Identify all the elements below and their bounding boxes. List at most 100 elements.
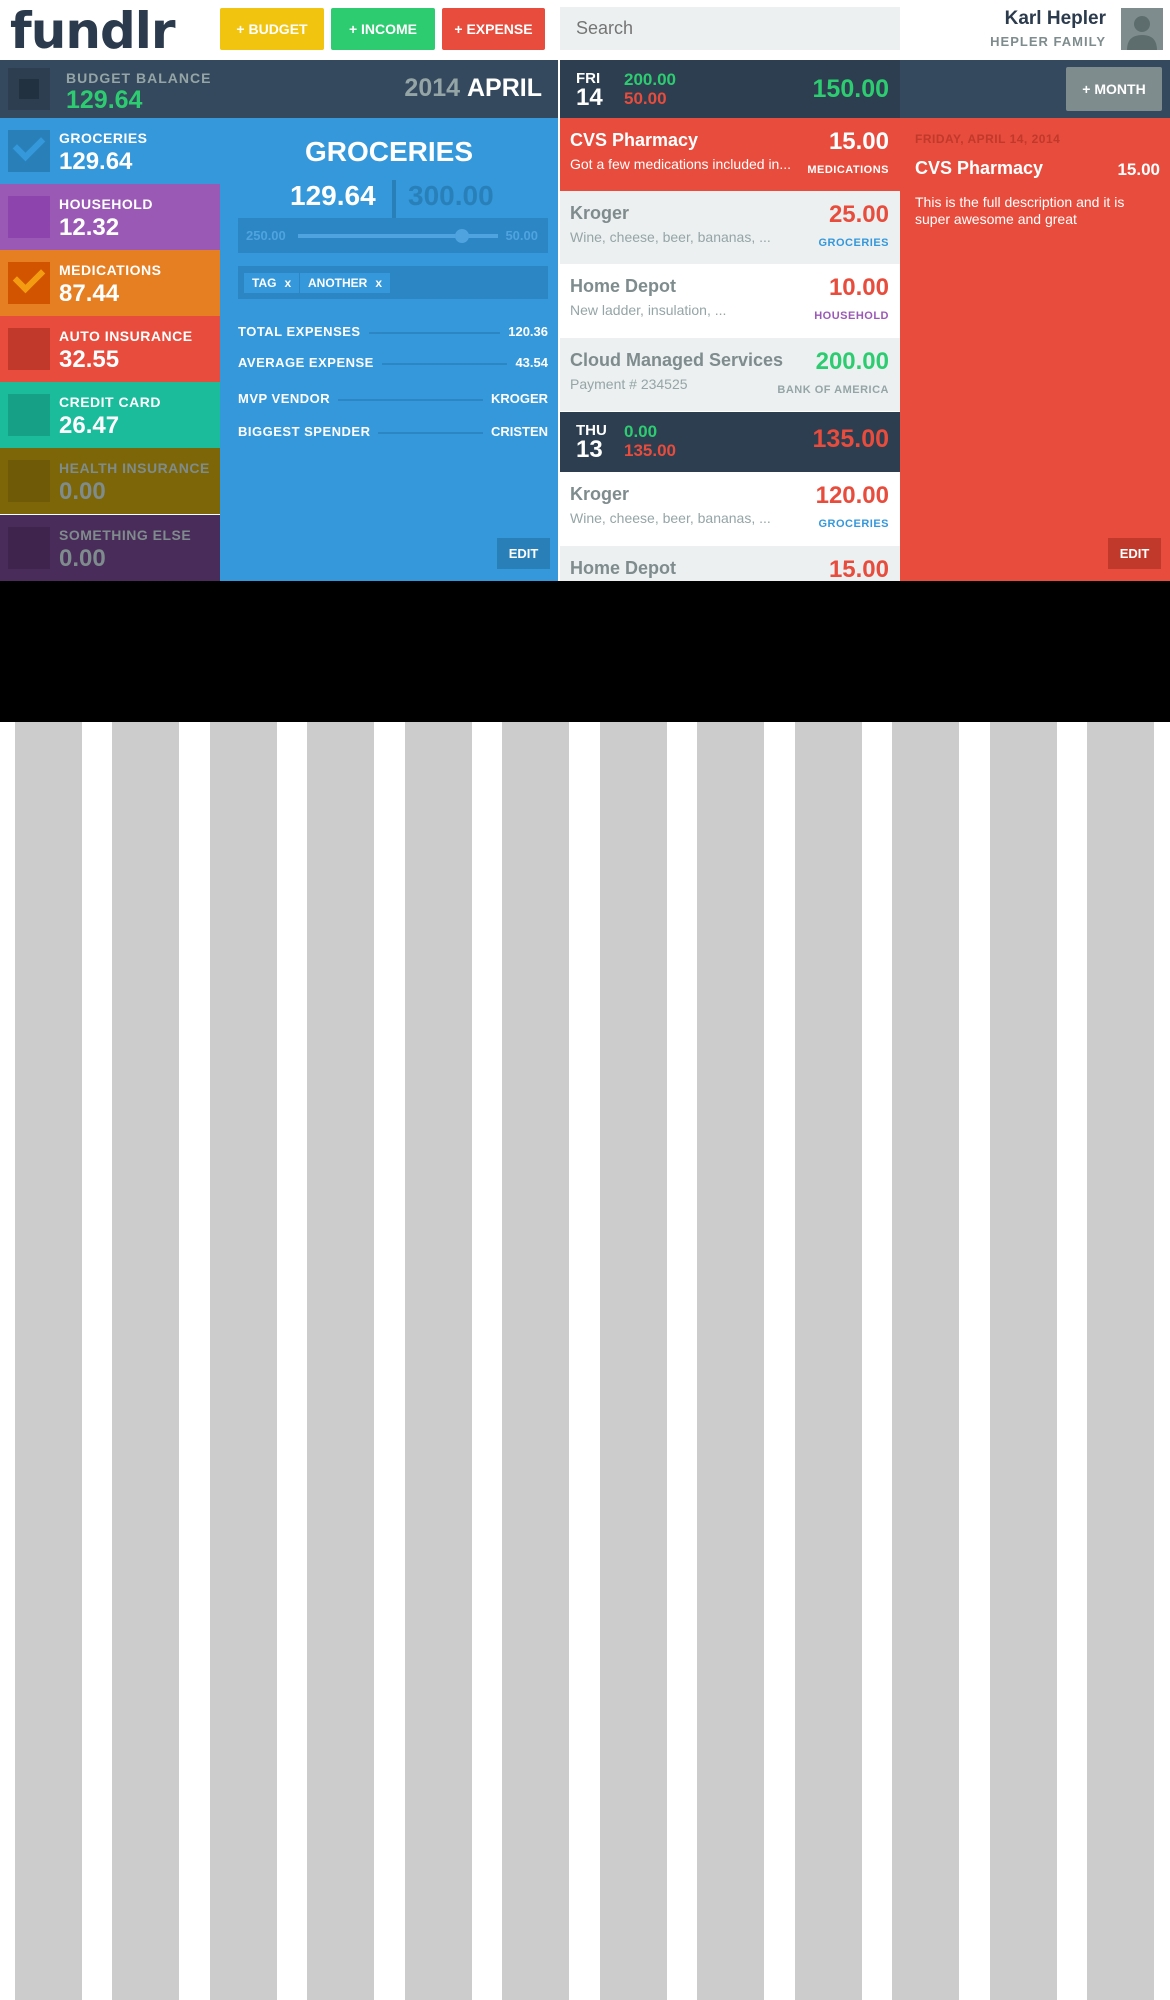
category-value: 12.32 [59, 214, 120, 241]
grid-column [210, 722, 277, 2000]
detail-edit-button[interactable]: EDIT [497, 538, 550, 569]
transaction-amount: 120.00 [815, 482, 889, 509]
transaction-vendor: Kroger [570, 484, 630, 504]
category-value: 87.44 [59, 280, 120, 307]
transaction-detail-panel: FRIDAY, APRIL 14, 2014 CVS Pharmacy 15.0… [900, 118, 1170, 581]
transaction-description: Payment # 234525 [570, 376, 688, 392]
category-name: SOMETHING ELSE [59, 527, 192, 543]
grid-column [405, 722, 472, 2000]
transaction-amount: 25.00 [828, 201, 889, 228]
detail-budget[interactable]: 300.00 [408, 180, 494, 212]
transaction-row[interactable]: CVS Pharmacy Got a few medications includ… [560, 118, 900, 191]
check-icon [12, 128, 46, 162]
balance-value: 129.64 [66, 86, 143, 114]
category-item[interactable]: CREDIT CARD 26.47 [0, 382, 220, 448]
day-header-fri: FRI 14 200.00 50.00 150.00 [560, 60, 900, 118]
transaction-vendor: Home Depot [570, 276, 677, 296]
transaction-amount: 15.00 [828, 556, 889, 581]
category-name: MEDICATIONS [59, 262, 162, 278]
detail-vendor: CVS Pharmacy [915, 158, 1044, 178]
stat-biggest-spender: BIGGEST SPENDER CRISTEN [238, 422, 548, 442]
category-checkbox[interactable] [8, 128, 50, 172]
transaction-category: GROCERIES [818, 237, 889, 249]
transaction-row[interactable]: Home Depot New ladder, insulation, ... 10.… [560, 264, 900, 337]
day-income: 200.00 [624, 70, 676, 89]
add-month-button[interactable]: + MONTH [1066, 67, 1162, 111]
grid-column [990, 722, 1057, 2000]
category-checkbox[interactable] [8, 196, 50, 238]
add-budget-button[interactable]: + BUDGET [220, 8, 324, 50]
detail-title: GROCERIES [304, 136, 474, 167]
grid-column [697, 722, 764, 2000]
transaction-vendor: CVS Pharmacy [570, 130, 699, 150]
category-item[interactable]: GROCERIES 129.64 [0, 118, 220, 184]
grid-column [600, 722, 667, 2000]
stat-total-expenses: TOTAL EXPENSES 120.36 [238, 322, 548, 342]
stat-value: KROGER [482, 391, 548, 406]
category-item[interactable]: AUTO INSURANCE 32.55 [0, 316, 220, 382]
category-value: 0.00 [59, 478, 106, 505]
transaction-edit-button[interactable]: EDIT [1108, 538, 1161, 569]
category-item[interactable]: SOMETHING ELSE 0.00 [0, 515, 220, 581]
transaction-vendor: Cloud Managed Services [570, 350, 784, 370]
category-detail-panel: GROCERIES 129.64 300.00 250.00 50.00 TAG… [220, 118, 558, 581]
search-input[interactable] [560, 7, 900, 50]
grid-column [502, 722, 569, 2000]
tag-remove-icon[interactable]: x [375, 276, 382, 290]
detail-divider [392, 180, 396, 218]
period-selector[interactable]: 2014 APRIL [360, 74, 542, 103]
transaction-category: GROCERIES [818, 518, 889, 530]
balance-checkbox[interactable] [8, 68, 50, 110]
day-total: 150.00 [812, 75, 889, 103]
stat-value: 120.36 [500, 324, 548, 339]
category-name: AUTO INSURANCE [59, 328, 193, 344]
transaction-description: Got a few medications included in... [570, 156, 792, 172]
transaction-amount: 15.00 [828, 128, 889, 155]
stat-average-expense: AVERAGE EXPENSE 43.54 [238, 353, 548, 373]
balance-label: BUDGET BALANCE [66, 70, 212, 86]
category-item[interactable]: HEALTH INSURANCE 0.00 [0, 448, 220, 514]
budget-slider[interactable]: 250.00 50.00 [238, 218, 548, 253]
tag-remove-icon[interactable]: x [284, 276, 291, 290]
day-total: 135.00 [812, 425, 889, 453]
category-checkbox[interactable] [8, 394, 50, 436]
transaction-row[interactable]: Cloud Managed Services Payment # 234525 20… [560, 338, 900, 411]
day-header-thu: THU 13 0.00 135.00 135.00 [560, 412, 900, 472]
category-item[interactable]: MEDICATIONS 87.44 [0, 250, 220, 316]
tag-chip: TAG x [244, 273, 300, 293]
category-checkbox[interactable] [8, 460, 50, 502]
transaction-vendor: Kroger [570, 203, 630, 223]
category-checkbox[interactable] [8, 328, 50, 370]
grid-column [795, 722, 862, 2000]
avatar[interactable] [1121, 8, 1163, 50]
day-date: 14 [576, 84, 603, 111]
category-value: 26.47 [59, 412, 120, 439]
detail-amount: 15.00 [1117, 160, 1160, 179]
category-item[interactable]: HOUSEHOLD 12.32 [0, 184, 220, 250]
stat-label: TOTAL EXPENSES [238, 324, 369, 339]
user-name[interactable]: Karl Hepler [1005, 8, 1106, 30]
transaction-row[interactable]: Home Depot 15.00 [560, 546, 900, 581]
transaction-row[interactable]: Kroger Wine, cheese, beer, bananas, ... 12… [560, 472, 900, 545]
stat-label: BIGGEST SPENDER [238, 424, 379, 439]
tag-field[interactable]: TAG x ANOTHER x [238, 266, 548, 299]
period-month: APRIL [467, 74, 542, 102]
add-expense-button[interactable]: + EXPENSE [442, 8, 545, 50]
category-checkbox[interactable] [8, 260, 50, 304]
transaction-row[interactable]: Kroger Wine, cheese, beer, bananas, ... 25… [560, 191, 900, 264]
period-year: 2014 [404, 74, 461, 102]
transaction-category: BANK OF AMERICA [777, 384, 889, 396]
transaction-description: New ladder, insulation, ... [570, 302, 727, 318]
slider-knob[interactable] [455, 229, 469, 243]
stat-value: CRISTEN [482, 424, 548, 439]
stat-label: MVP VENDOR [238, 391, 339, 406]
app-logo[interactable]: fundlr [10, 2, 176, 60]
day-date: 13 [576, 436, 603, 463]
category-name: CREDIT CARD [59, 394, 161, 410]
add-income-button[interactable]: + INCOME [331, 8, 435, 50]
column-grid-overlay [0, 722, 1170, 2000]
category-name: HEALTH INSURANCE [59, 460, 210, 476]
day-expense: 135.00 [624, 441, 676, 460]
tag-label: TAG [252, 276, 277, 290]
category-checkbox[interactable] [8, 527, 50, 569]
